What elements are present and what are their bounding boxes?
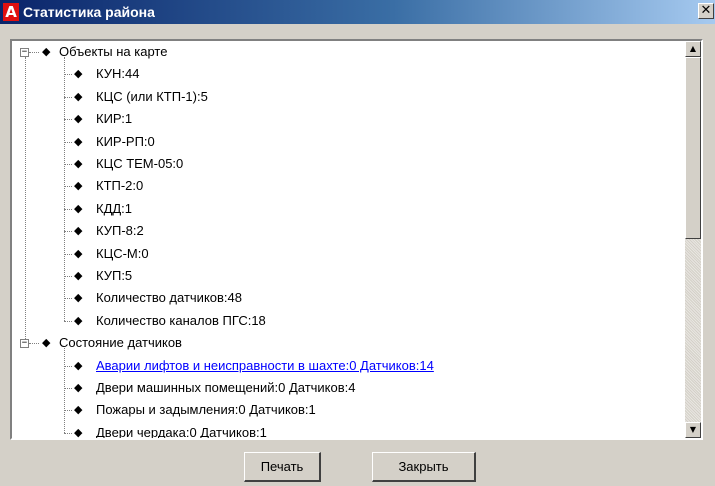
close-button[interactable]: Закрыть [372,452,476,482]
tree-item-label: Количество датчиков:48 [96,290,242,306]
tree-item[interactable]: ◆ Пожары и задымления:0 Датчиков:1 [12,399,672,421]
vertical-scrollbar[interactable]: ▲ ▼ [685,41,701,438]
scroll-down-button[interactable]: ▼ [685,422,701,438]
close-icon[interactable]: ✕ [698,3,714,19]
tree-item[interactable]: ◆ КДД:1 [12,198,672,220]
tree-item[interactable]: ◆ КЦС-М:0 [12,243,672,265]
tree-item-link[interactable]: Аварии лифтов и неисправности в шахте:0 … [96,355,434,377]
statistics-tree[interactable]: − ◆ Объекты на карте ◆ КУН:44 ◆ КЦС (или КТП-1… [12,41,685,438]
tree-group-node[interactable]: ◆ Объекты на карте [12,41,672,63]
tree-item-label: КТП-2:0 [96,178,144,194]
app-icon: A [3,3,19,21]
tree-item-label: КИР:1 [96,111,133,127]
tree-item[interactable]: ◆ КУП:5 [12,265,672,287]
tree-item-label: КЦС ТЕМ-05:0 [96,156,184,171]
diamond-node-icon: ◆ [42,45,51,58]
diamond-node-icon: ◆ [74,134,83,148]
diamond-node-icon: ◆ [74,291,83,305]
tree-item[interactable]: ◆ КУН:44 [12,63,672,85]
tree-connector [64,57,65,321]
diamond-node-icon: ◆ [42,336,51,350]
tree-item[interactable]: ◆ Двери машинных помещений:0 Датчиков:4 [12,377,672,399]
tree-item-label: Количество каналов ПГС:18 [96,312,266,328]
diamond-node-icon: ◆ [74,381,83,394]
tree-item[interactable]: ◆ КИР:1 [12,108,672,130]
tree-item-label: КЦС-М:0 [96,245,149,261]
tree-item-label: Двери чердака:0 Датчиков:1 [96,424,267,438]
diamond-node-icon: ◆ [74,403,83,417]
window-title: Статистика района [23,4,155,20]
diamond-node-icon: ◆ [74,358,83,372]
tree-connector [25,57,26,340]
tree-item-label: КЦС (или КТП-1):5 [96,88,208,104]
diamond-node-icon: ◆ [74,179,83,193]
statistics-dialog: A Статистика района ✕ − ◆ Объекты на карте… [0,0,715,486]
diamond-node-icon: ◆ [74,201,83,215]
diamond-node-icon: ◆ [74,425,83,438]
diamond-node-icon: ◆ [74,112,83,126]
diamond-node-icon: ◆ [74,224,83,238]
tree-item-label: Двери машинных помещений:0 Датчиков:4 [96,380,356,395]
scroll-up-button[interactable]: ▲ [685,41,701,57]
tree-item[interactable]: ◆ КТП-2:0 [12,175,672,197]
tree-item-label: КДД:1 [96,200,133,216]
tree-item[interactable]: ◆ КЦС ТЕМ-05:0 [12,153,672,175]
print-button[interactable]: Печать [244,452,321,482]
tree-item-label: Пожары и задымления:0 Датчиков:1 [96,402,316,418]
tree-item-label: КУП-8:2 [96,223,144,239]
tree-item[interactable]: ◆ Количество датчиков:48 [12,287,672,309]
tree-group-label: Состояние датчиков [59,335,182,351]
tree-item-label: КИР-РП:0 [96,133,155,149]
tree-item-label: КУН:44 [96,66,140,82]
diamond-node-icon: ◆ [74,157,83,170]
tree-group-label: Объекты на карте [59,44,168,59]
tree-item[interactable]: ◆ Двери чердака:0 Датчиков:1 [12,422,672,438]
tree-item[interactable]: ◆ КУП-8:2 [12,220,672,242]
diamond-node-icon: ◆ [74,246,83,260]
scroll-thumb[interactable] [685,57,701,239]
tree-item[interactable]: ◆ КИР-РП:0 [12,131,672,153]
diamond-node-icon: ◆ [74,89,83,103]
diamond-node-icon: ◆ [74,313,83,327]
diamond-node-icon: ◆ [74,269,83,282]
statistics-tree-panel: − ◆ Объекты на карте ◆ КУН:44 ◆ КЦС (или КТП-1… [10,39,703,440]
tree-item-label: КУП:5 [96,268,133,283]
tree-item[interactable]: ◆ КЦС (или КТП-1):5 [12,86,672,108]
tree-group-node[interactable]: ◆ Состояние датчиков [12,332,672,354]
diamond-node-icon: ◆ [74,67,83,81]
tree-connector [64,348,65,433]
tree-item[interactable]: ◆ Количество каналов ПГС:18 [12,310,672,332]
tree-item[interactable]: ◆ Аварии лифтов и неисправности в шахте:0… [12,355,672,377]
title-bar[interactable]: A Статистика района ✕ [0,0,715,24]
